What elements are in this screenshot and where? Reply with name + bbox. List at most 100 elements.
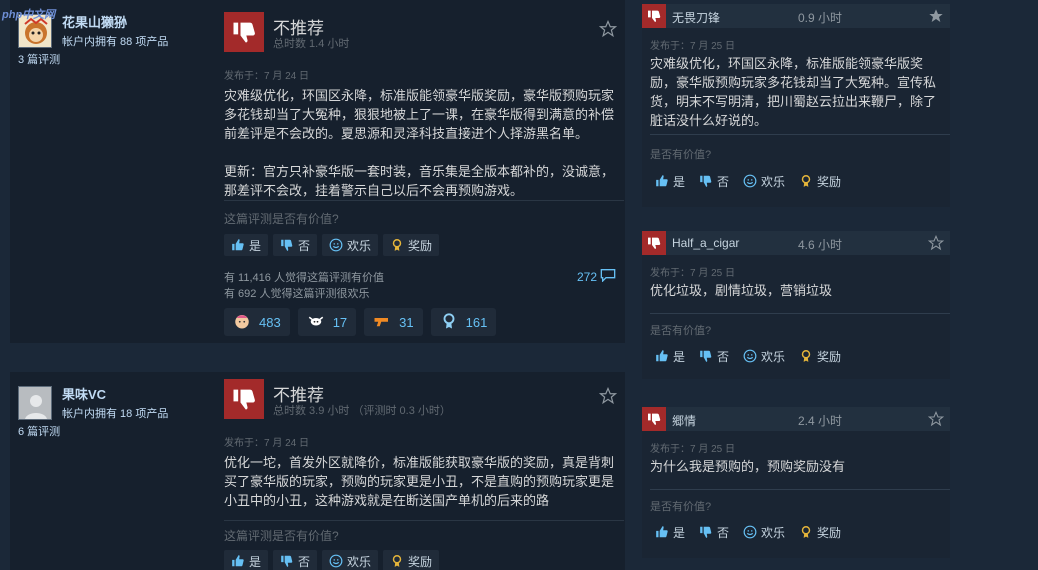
vote-buttons: 是 否 欢乐 奖励: [650, 521, 846, 543]
star-icon[interactable]: [598, 386, 618, 410]
posted-date: 发布于：7 月 24 日: [224, 71, 310, 82]
card-body: 优化垃圾，剧情垃圾，营销垃圾: [650, 283, 833, 298]
watermark: php中文网: [2, 9, 56, 21]
review-stats: 有 11,416 人觉得这篇评测有价值 有 692 人觉得这篇评测很欢乐: [224, 270, 384, 302]
award-list: 483 17 31 161: [224, 308, 497, 336]
card-author[interactable]: Half_a_cigar: [672, 236, 739, 250]
thumbs-up-icon: [231, 554, 245, 568]
products-owned: 帐户内拥有 18 项产品: [62, 408, 169, 420]
yes-button[interactable]: 是: [224, 234, 269, 256]
yes-button[interactable]: 是: [650, 345, 690, 367]
thumbs-down-icon: [642, 4, 666, 28]
funny-button[interactable]: 欢乐: [738, 521, 790, 543]
award-button[interactable]: 奖励: [794, 345, 846, 367]
no-label: 否: [717, 174, 730, 189]
author-name[interactable]: 果味VC: [62, 384, 106, 403]
award-count: 31: [399, 314, 414, 330]
funny-button[interactable]: 欢乐: [738, 345, 790, 367]
card-posted: 发布于：7 月 25 日: [650, 41, 736, 52]
no-button[interactable]: 否: [694, 170, 734, 192]
no-button[interactable]: 否: [273, 234, 318, 256]
star-icon[interactable]: [598, 19, 618, 43]
award-button[interactable]: 奖励: [383, 234, 440, 256]
award-item[interactable]: 483: [224, 308, 290, 336]
thumbs-down-small-icon: [280, 554, 294, 568]
review-card: 花果山獭狲 帐户内拥有 88 项产品 3 篇评测 不推荐 总时数 1.4 小时 …: [10, 0, 625, 343]
award-item[interactable]: 31: [364, 308, 423, 336]
award-item[interactable]: 161: [430, 308, 497, 336]
divider: [650, 313, 950, 314]
no-label: 否: [717, 525, 730, 540]
award-icon: [390, 554, 404, 568]
yes-label: 是: [673, 525, 686, 540]
yes-button[interactable]: 是: [650, 521, 690, 543]
review-paragraph: 灾难级优化，环国区永降，标准版能领豪华版奖励，豪华版预购玩家多花钱却当了大冤种，…: [224, 88, 615, 141]
review-count[interactable]: 6 篇评测: [18, 423, 60, 439]
yes-label: 是: [673, 349, 686, 364]
funny-button[interactable]: 欢乐: [322, 234, 379, 256]
yes-button[interactable]: 是: [224, 550, 269, 570]
smiley-icon: [329, 238, 343, 252]
card-posted: 发布于：7 月 25 日: [650, 444, 736, 455]
smiley-icon: [743, 174, 757, 188]
card-author[interactable]: 郷情: [672, 412, 696, 429]
funny-button[interactable]: 欢乐: [322, 550, 379, 570]
avatar[interactable]: [18, 386, 52, 420]
funny-stat: 有 692 人觉得这篇评测很欢乐: [224, 288, 370, 300]
card-header: 郷情 2.4 小时: [642, 407, 950, 431]
star-icon[interactable]: [928, 8, 944, 29]
award-item[interactable]: 17: [297, 308, 357, 336]
divider: [650, 134, 950, 135]
smiley-icon: [743, 525, 757, 539]
thumbs-down-icon: [642, 231, 666, 255]
award-button[interactable]: 奖励: [794, 521, 846, 543]
gun-icon: [373, 312, 391, 333]
helpful-stat: 有 11,416 人觉得这篇评测有价值: [224, 272, 384, 284]
yes-label: 是: [249, 554, 262, 569]
star-outline-icon[interactable]: [927, 410, 945, 432]
review-count[interactable]: 3 篇评测: [18, 51, 60, 67]
award-count: 17: [332, 314, 348, 330]
card-author[interactable]: 无畏刀锋: [672, 9, 720, 26]
no-button[interactable]: 否: [694, 345, 734, 367]
thumbs-down-small-icon: [280, 238, 294, 252]
card-posted: 发布于：7 月 25 日: [650, 268, 736, 279]
baby-face-icon: [233, 312, 251, 333]
thumbs-down-small-icon: [699, 174, 713, 188]
thumbs-up-icon: [655, 525, 669, 539]
award-label: 奖励: [408, 238, 433, 253]
side-review-card: Half_a_cigar 4.6 小时 发布于：7 月 25 日 优化垃圾，剧情…: [642, 231, 950, 379]
award-button[interactable]: 奖励: [794, 170, 846, 192]
card-header: Half_a_cigar 4.6 小时: [642, 231, 950, 255]
vote-header: 不推荐 总时数 1.4 小时: [224, 12, 618, 52]
author-name[interactable]: 花果山獭狲: [62, 12, 127, 31]
thumbs-down-small-icon: [699, 349, 713, 363]
card-hours: 4.6 小时: [798, 238, 843, 252]
yes-label: 是: [249, 238, 262, 253]
comment-count: 272: [576, 269, 597, 284]
thumbs-down-icon: [224, 379, 264, 419]
vote-buttons: 是 否 欢乐 奖励: [650, 345, 846, 367]
comments-link[interactable]: 272: [577, 268, 616, 285]
funny-button[interactable]: 欢乐: [738, 170, 790, 192]
helpful-question: 是否有价值?: [650, 325, 712, 337]
thumbs-up-icon: [231, 238, 245, 252]
side-review-card: 郷情 2.4 小时 发布于：7 月 25 日 为什么我是预购的，预购奖励没有 是…: [642, 407, 950, 558]
thumbs-up-icon: [655, 174, 669, 188]
no-button[interactable]: 否: [273, 550, 318, 570]
yes-button[interactable]: 是: [650, 170, 690, 192]
award-count: 161: [465, 314, 488, 330]
divider: [224, 520, 624, 521]
award-button[interactable]: 奖励: [383, 550, 440, 570]
award-label: 奖励: [817, 174, 842, 189]
no-label: 否: [298, 238, 311, 253]
helpful-question: 是否有价值?: [650, 149, 712, 161]
comment-icon: [600, 268, 616, 285]
funny-label: 欢乐: [761, 174, 786, 189]
yes-label: 是: [673, 174, 686, 189]
award-icon: [390, 238, 404, 252]
card-header: 无畏刀锋 0.9 小时: [642, 4, 950, 28]
funny-label: 欢乐: [761, 525, 786, 540]
no-button[interactable]: 否: [694, 521, 734, 543]
star-outline-icon[interactable]: [927, 234, 945, 256]
